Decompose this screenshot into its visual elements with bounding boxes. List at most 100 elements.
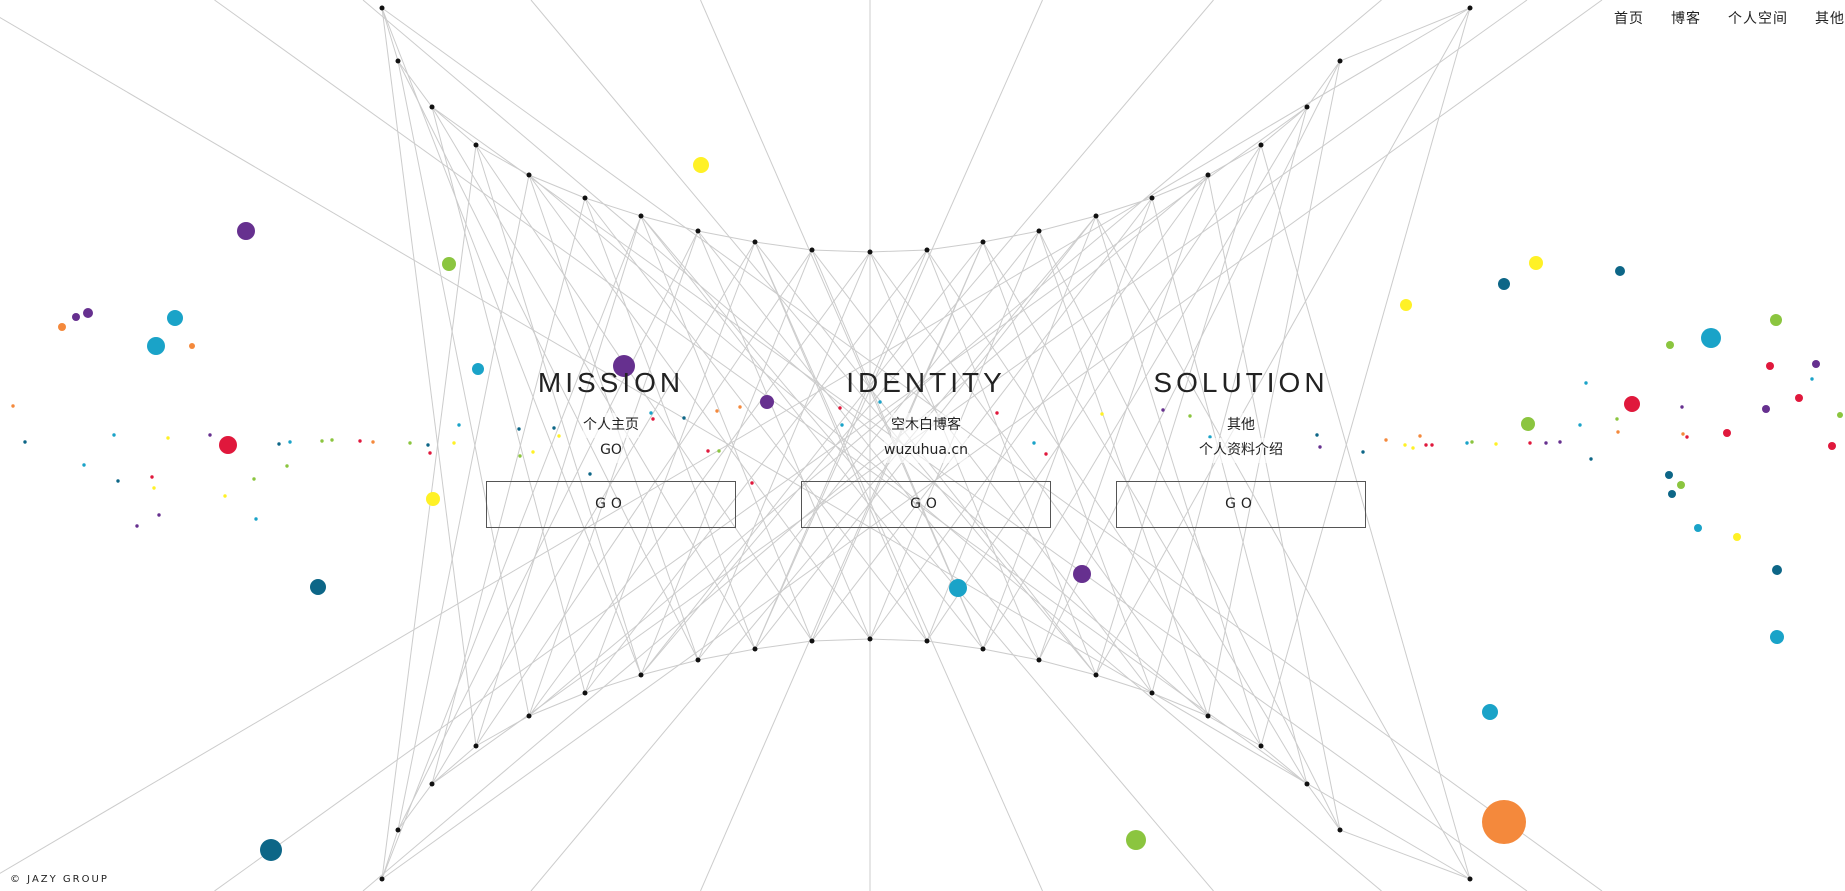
anchor-dot <box>980 646 986 652</box>
mission-line-1: 个人主页 <box>583 413 639 438</box>
particle <box>166 436 170 440</box>
anchor-dot <box>1304 781 1310 787</box>
particle <box>1400 299 1412 311</box>
nav-item-blog[interactable]: 博客 <box>1671 8 1701 28</box>
nav-item-home[interactable]: 首页 <box>1614 8 1644 28</box>
particle <box>760 395 774 409</box>
particle <box>1430 443 1434 447</box>
particle <box>1073 565 1091 583</box>
particle <box>1812 360 1820 368</box>
anchor-dot <box>638 672 644 678</box>
particle <box>358 439 362 443</box>
particle <box>1766 362 1774 370</box>
anchor-dot <box>1467 5 1473 11</box>
solution-go-button[interactable]: GO <box>1116 481 1366 528</box>
nav-item-personal-space[interactable]: 个人空间 <box>1728 8 1788 28</box>
particle <box>150 475 154 479</box>
particle <box>738 405 742 409</box>
anchor-dot <box>1337 827 1343 833</box>
mission-line-2: GO <box>600 438 622 463</box>
anchor-dot <box>867 249 873 255</box>
anchor-dot <box>752 646 758 652</box>
particle <box>1482 800 1526 844</box>
anchor-dot <box>1093 672 1099 678</box>
particle <box>147 337 165 355</box>
top-nav: 首页 博客 个人空间 其他 <box>1614 8 1845 28</box>
particle <box>330 438 334 442</box>
string-line <box>700 241 984 891</box>
particle <box>1403 443 1407 447</box>
particle <box>1521 417 1535 431</box>
particle <box>23 440 27 444</box>
particle <box>1584 381 1588 385</box>
anchor-dot <box>526 172 532 178</box>
particle <box>1770 314 1782 326</box>
particle <box>1762 405 1770 413</box>
particle <box>750 481 754 485</box>
particle <box>277 442 281 446</box>
nav-item-other[interactable]: 其他 <box>1815 8 1845 28</box>
anchor-dot <box>867 636 873 642</box>
particle <box>83 308 93 318</box>
particle <box>1666 341 1674 349</box>
mission-title: MISSION <box>537 367 685 398</box>
anchor-dot <box>695 228 701 234</box>
particle <box>1770 630 1784 644</box>
anchor-dot <box>429 781 435 787</box>
anchor-dot <box>1258 142 1264 148</box>
anchor-dot <box>1036 228 1042 234</box>
particle <box>1677 481 1685 489</box>
page-stage: 首页 博客 个人空间 其他 MISSION 个人主页 GO GO IDENTIT… <box>0 0 1845 891</box>
particle <box>1424 443 1428 447</box>
solution-section: SOLUTION 其他 个人资料介绍 GO <box>1116 367 1366 528</box>
particle <box>1411 446 1415 450</box>
identity-go-button[interactable]: GO <box>801 481 1051 528</box>
particle <box>223 494 227 498</box>
particle <box>157 513 161 517</box>
anchor-dot <box>752 239 758 245</box>
string-line <box>362 0 1209 717</box>
particle <box>252 477 256 481</box>
footer-copyright: © JAZY GROUP <box>10 874 109 885</box>
particle <box>1680 405 1684 409</box>
particle <box>442 257 456 271</box>
anchor-dot <box>1205 713 1211 719</box>
particle <box>1795 394 1803 402</box>
particle <box>285 464 289 468</box>
particle <box>58 323 66 331</box>
hourglass-bottom-curve <box>381 638 1471 880</box>
particle <box>1498 278 1510 290</box>
particle <box>1685 435 1689 439</box>
particle <box>11 404 15 408</box>
anchor-dot <box>1467 876 1473 882</box>
anchor-dot <box>1093 213 1099 219</box>
particle <box>1482 704 1498 720</box>
particle <box>320 439 324 443</box>
particle <box>1418 434 1422 438</box>
mission-go-button[interactable]: GO <box>486 481 736 528</box>
identity-line-1: 空木白博客 <box>891 413 961 438</box>
anchor-dot <box>1304 104 1310 110</box>
particle <box>310 579 326 595</box>
anchor-dot <box>395 58 401 64</box>
solution-line-2: 个人资料介绍 <box>1199 438 1283 463</box>
particle <box>1529 256 1543 270</box>
anchor-dot <box>473 142 479 148</box>
particle <box>472 363 484 375</box>
anchor-dot <box>809 247 815 253</box>
solution-text: 其他 个人资料介绍 <box>1116 413 1366 463</box>
particle <box>152 486 156 490</box>
particle <box>1616 430 1620 434</box>
particle <box>426 443 430 447</box>
mission-section: MISSION 个人主页 GO GO <box>486 367 736 528</box>
anchor-dot <box>473 743 479 749</box>
particle <box>1589 457 1593 461</box>
particle <box>1615 417 1619 421</box>
string-line <box>530 215 1097 891</box>
particle <box>1828 442 1836 450</box>
string-line <box>528 174 1382 891</box>
identity-line-2: wuzuhua.cn <box>884 438 968 463</box>
particle <box>1126 830 1146 850</box>
anchor-dot <box>1205 172 1211 178</box>
identity-title: IDENTITY <box>846 367 1006 398</box>
